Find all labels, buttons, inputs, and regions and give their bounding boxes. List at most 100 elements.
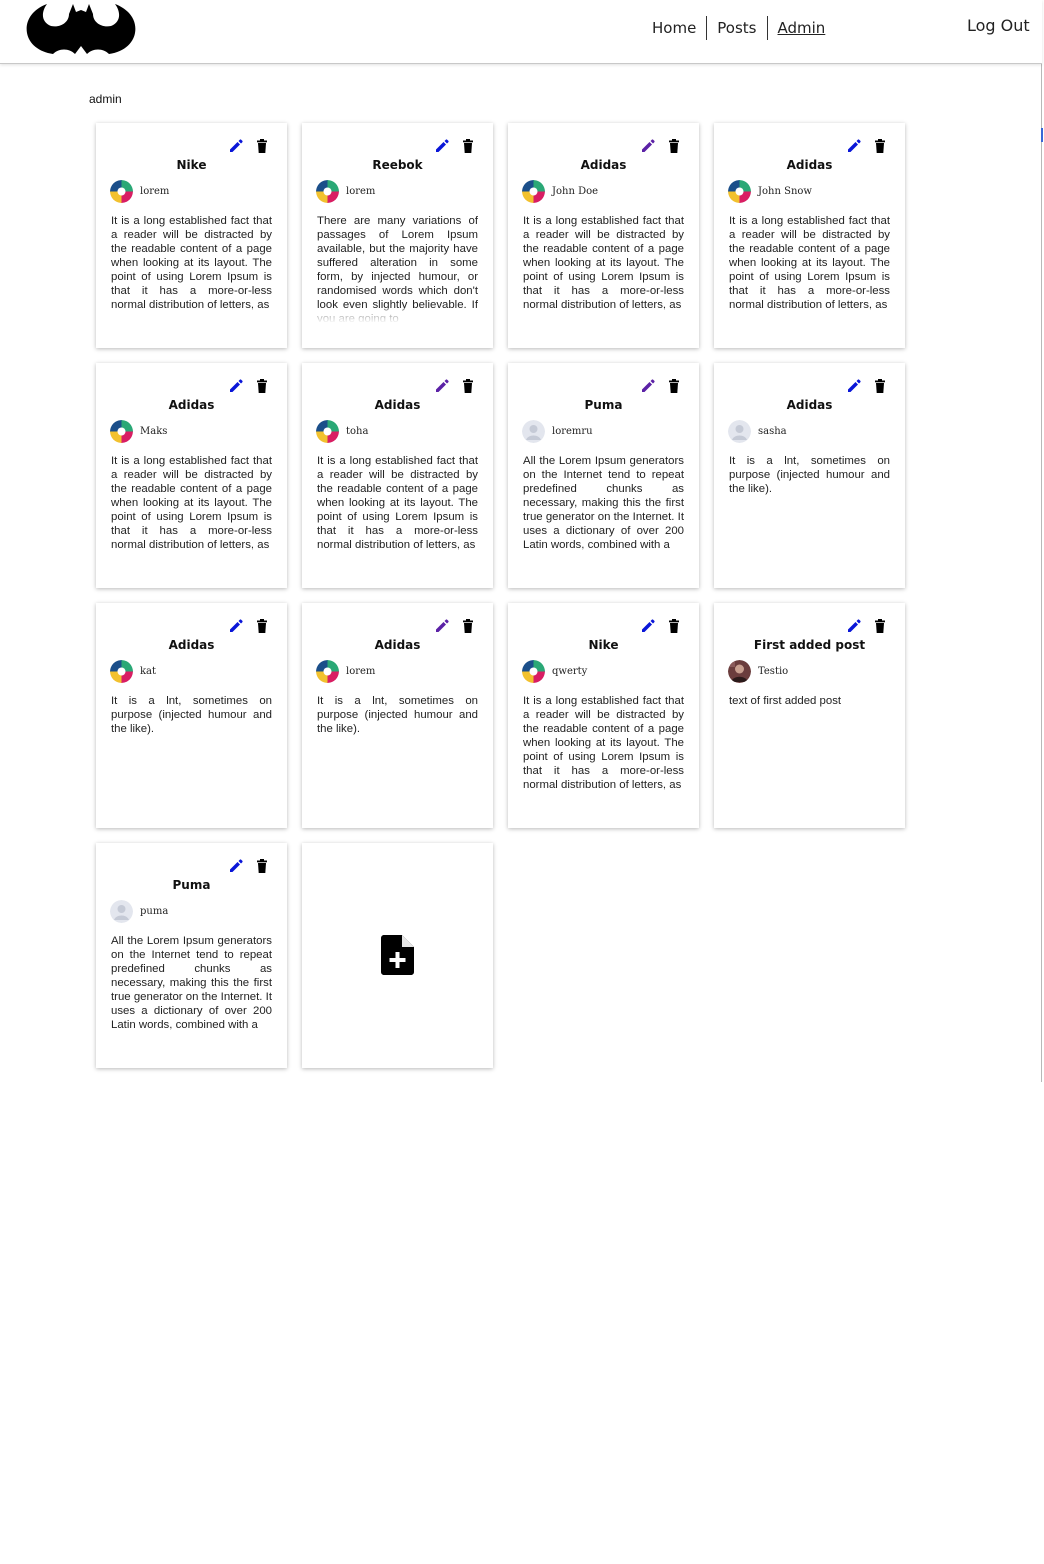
delete-trash-icon[interactable]: [460, 378, 476, 394]
card-actions: [434, 138, 476, 154]
edit-pencil-icon[interactable]: [228, 138, 244, 154]
avatar: [110, 900, 133, 923]
edit-pencil-icon[interactable]: [846, 618, 862, 634]
edit-pencil-icon[interactable]: [640, 138, 656, 154]
post-text: It is a lnt, sometimes on purpose (injec…: [317, 694, 478, 802]
delete-trash-icon[interactable]: [254, 618, 270, 634]
post-card[interactable]: Adidas toha It is a long established fact …: [302, 363, 493, 588]
edit-pencil-icon[interactable]: [434, 138, 450, 154]
post-text: It is a long established fact that a rea…: [111, 454, 272, 562]
post-title: Adidas: [168, 638, 215, 652]
post-card[interactable]: Adidas sasha It is a lnt, sometimes on pur…: [714, 363, 905, 588]
author-name: John Snow: [758, 186, 812, 197]
edit-pencil-icon[interactable]: [434, 378, 450, 394]
delete-trash-icon[interactable]: [872, 138, 888, 154]
post-author: qwerty: [522, 660, 587, 683]
edit-pencil-icon[interactable]: [228, 858, 244, 874]
delete-trash-icon[interactable]: [460, 138, 476, 154]
delete-trash-icon[interactable]: [872, 378, 888, 394]
post-text: It is a long established fact that a rea…: [523, 214, 684, 322]
logout-link[interactable]: Log Out: [967, 16, 1030, 35]
card-actions: [228, 618, 270, 634]
post-card[interactable]: Adidas John Doe It is a long established f…: [508, 123, 699, 348]
delete-trash-icon[interactable]: [666, 618, 682, 634]
avatar: [316, 660, 339, 683]
post-text: It is a long established fact that a rea…: [729, 214, 890, 322]
post-author: loremru: [522, 420, 593, 443]
edit-pencil-icon[interactable]: [640, 618, 656, 634]
avatar: [522, 180, 545, 203]
nav-home-link[interactable]: Home: [642, 17, 706, 39]
avatar: [316, 420, 339, 443]
edit-pencil-icon[interactable]: [846, 138, 862, 154]
avatar: [316, 180, 339, 203]
delete-trash-icon[interactable]: [254, 858, 270, 874]
post-card[interactable]: Adidas Maks It is a long established fact …: [96, 363, 287, 588]
post-author: lorem: [110, 180, 169, 203]
card-actions: [228, 378, 270, 394]
author-name: Maks: [140, 426, 168, 437]
post-card[interactable]: Nike lorem It is a long established fact t…: [96, 123, 287, 348]
edit-pencil-icon[interactable]: [228, 618, 244, 634]
post-card[interactable]: Adidas kat It is a lnt, sometimes on purpo…: [96, 603, 287, 828]
post-title: Adidas: [786, 158, 833, 172]
post-title: Reebok: [372, 158, 423, 172]
post-card[interactable]: Adidas John Snow It is a long established …: [714, 123, 905, 348]
avatar: [728, 180, 751, 203]
post-author: toha: [316, 420, 368, 443]
post-author: John Snow: [728, 180, 812, 203]
post-text: All the Lorem Ipsum generators on the In…: [111, 934, 272, 1042]
delete-trash-icon[interactable]: [254, 138, 270, 154]
edit-pencil-icon[interactable]: [640, 378, 656, 394]
post-author: kat: [110, 660, 156, 683]
delete-trash-icon[interactable]: [460, 618, 476, 634]
post-author: lorem: [316, 660, 375, 683]
batman-logo[interactable]: [25, 2, 137, 56]
card-actions: [228, 858, 270, 874]
author-name: sasha: [758, 426, 787, 437]
post-card[interactable]: Adidas lorem It is a lnt, sometimes on pur…: [302, 603, 493, 828]
post-title: Adidas: [580, 158, 627, 172]
add-file-icon[interactable]: [381, 935, 414, 975]
delete-trash-icon[interactable]: [872, 618, 888, 634]
post-author: lorem: [316, 180, 375, 203]
author-name: John Doe: [552, 186, 599, 197]
author-name: qwerty: [552, 666, 588, 677]
scrollbar-indicator[interactable]: [1041, 128, 1043, 142]
post-title: First added post: [753, 638, 866, 652]
add-post-card[interactable]: [302, 843, 493, 1068]
card-actions: [846, 138, 888, 154]
nav-posts-link[interactable]: Posts: [707, 17, 766, 39]
edit-pencil-icon[interactable]: [228, 378, 244, 394]
post-card[interactable]: Puma puma All the Lorem Ipsum generators o…: [96, 843, 287, 1068]
author-name: Testio: [758, 666, 789, 677]
post-author: John Doe: [522, 180, 598, 203]
nav-admin-link[interactable]: Admin: [768, 17, 836, 39]
card-actions: [640, 138, 682, 154]
post-author: Testio: [728, 660, 788, 683]
delete-trash-icon[interactable]: [666, 378, 682, 394]
avatar: [728, 420, 751, 443]
card-actions: [846, 618, 888, 634]
post-author: sasha: [728, 420, 787, 443]
post-title: Adidas: [374, 638, 421, 652]
post-text: All the Lorem Ipsum generators on the In…: [523, 454, 684, 562]
post-card[interactable]: Reebok lorem There are many variations of …: [302, 123, 493, 348]
post-text: It is a long established fact that a rea…: [317, 454, 478, 562]
edit-pencil-icon[interactable]: [434, 618, 450, 634]
posts-grid: Nike lorem It is a long established fact t…: [96, 123, 905, 1068]
post-author: puma: [110, 900, 168, 923]
avatar: [110, 660, 133, 683]
author-name: lorem: [346, 186, 376, 197]
post-card[interactable]: Puma loremru All the Lorem Ipsum generator…: [508, 363, 699, 588]
author-name: loremru: [552, 426, 593, 437]
card-actions: [640, 618, 682, 634]
post-card[interactable]: Nike qwerty It is a long established fact …: [508, 603, 699, 828]
edit-pencil-icon[interactable]: [846, 378, 862, 394]
author-name: toha: [346, 426, 369, 437]
card-actions: [640, 378, 682, 394]
delete-trash-icon[interactable]: [666, 138, 682, 154]
delete-trash-icon[interactable]: [254, 378, 270, 394]
post-title: Nike: [176, 158, 207, 172]
post-card[interactable]: First added post Testio text of first adde…: [714, 603, 905, 828]
